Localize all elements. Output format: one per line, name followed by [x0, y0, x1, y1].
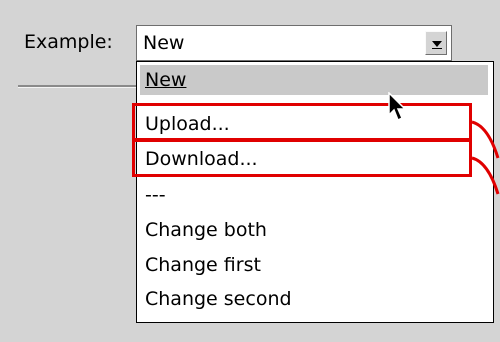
dropdown-option-change-first[interactable]: Change first — [140, 250, 488, 280]
annotation-arrow-lines — [471, 120, 500, 195]
example-label: Example: — [24, 31, 113, 53]
dropdown-option-download[interactable]: Download... — [140, 144, 488, 174]
dropdown-option-change-second[interactable]: Change second — [140, 284, 488, 314]
form-panel: Example: New New Upload... Download... -… — [0, 0, 500, 342]
arrow-down-icon — [432, 41, 442, 49]
dropdown-option-separator[interactable]: --- — [140, 180, 488, 210]
example-dropdown-list[interactable]: New Upload... Download... --- Change bot… — [136, 61, 494, 323]
dropdown-option-change-both[interactable]: Change both — [140, 215, 488, 245]
example-combobox[interactable]: New — [136, 25, 452, 61]
combobox-dropdown-button[interactable] — [425, 31, 447, 55]
mouse-cursor-icon — [388, 92, 407, 122]
divider — [18, 85, 140, 88]
dropdown-option-upload[interactable]: Upload... — [140, 109, 488, 139]
combobox-value: New — [143, 32, 185, 54]
dropdown-option-new[interactable]: New — [140, 65, 488, 95]
